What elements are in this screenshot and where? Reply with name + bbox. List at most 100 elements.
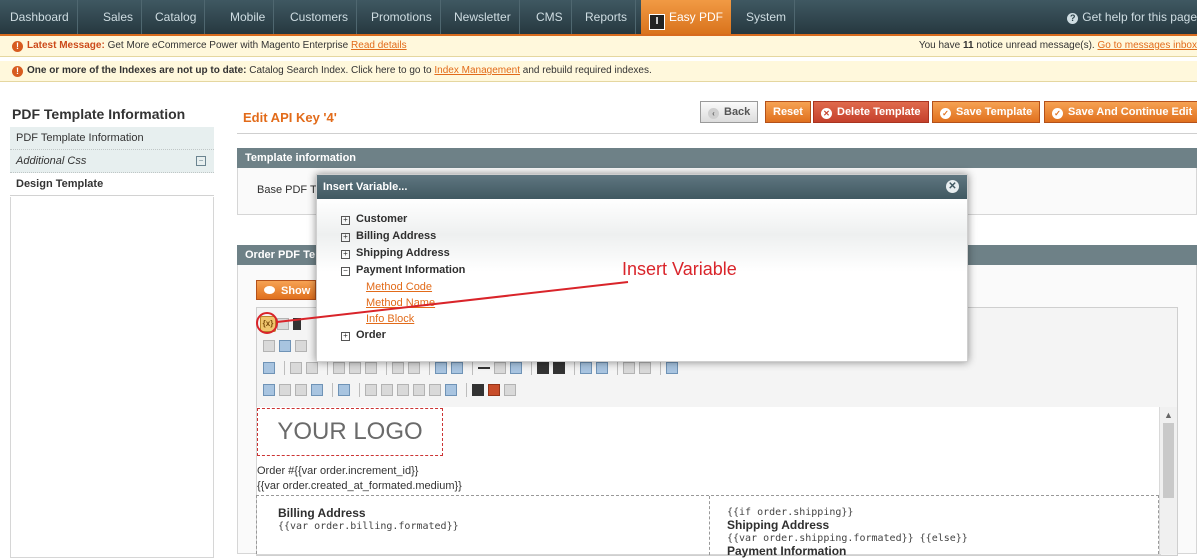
tree-leaf: Method Code	[341, 279, 465, 295]
show-hide-editor-button[interactable]: Show	[256, 280, 316, 300]
variable-method-code-link[interactable]: Method Code	[366, 281, 432, 293]
eraser-icon[interactable]	[494, 362, 506, 374]
tree-node-label: Shipping Address	[356, 247, 450, 259]
expand-icon[interactable]: +	[341, 233, 350, 242]
help-icon: ?	[1067, 13, 1078, 24]
nav-reports[interactable]: Reports	[577, 0, 636, 34]
row-after-icon[interactable]	[349, 362, 361, 374]
nav-sales[interactable]: Sales	[95, 0, 142, 34]
ins-icon[interactable]	[429, 384, 441, 396]
save-template-button[interactable]: ✓Save Template	[932, 101, 1040, 123]
edit-icon[interactable]	[263, 362, 275, 374]
toolbar-separator	[284, 361, 285, 375]
nav-easy-pdf[interactable]: IEasy PDF	[641, 0, 731, 34]
special-char-icon[interactable]	[580, 362, 592, 374]
tree-node-billing-address[interactable]: +Billing Address	[341, 228, 465, 245]
move-backward-icon[interactable]	[295, 384, 307, 396]
nav-dashboard[interactable]: Dashboard	[2, 0, 78, 34]
read-details-link[interactable]: Read details	[351, 40, 407, 51]
scroll-up-icon[interactable]: ▲	[1164, 410, 1173, 420]
tree-node-payment-information[interactable]: −Payment Information	[341, 262, 465, 279]
row-before-icon[interactable]	[333, 362, 345, 374]
move-forward-icon[interactable]	[279, 384, 291, 396]
insert-variable-button[interactable]: {x}	[260, 316, 276, 332]
nav-mobile[interactable]: Mobile	[222, 0, 274, 34]
sidebar-tab-additional-css-label: Additional Css	[16, 155, 86, 167]
paste-icon[interactable]	[295, 340, 307, 352]
delete-row-icon[interactable]	[365, 362, 377, 374]
attribs-icon[interactable]	[445, 384, 457, 396]
sidebar-panel	[10, 197, 214, 558]
horizontal-rule-icon[interactable]	[478, 367, 490, 369]
tree-node-customer[interactable]: +Customer	[341, 211, 465, 228]
order-number-line: Order #{{var order.increment_id}}	[257, 465, 418, 477]
sidebar-tab-design-template[interactable]: Design Template	[10, 173, 214, 196]
bold-icon[interactable]	[293, 318, 301, 330]
top-navigation: Dashboard Sales Catalog Mobile Customers…	[0, 0, 1197, 36]
merge-cells-icon[interactable]	[435, 362, 447, 374]
nav-catalog[interactable]: Catalog	[147, 0, 205, 34]
col-after-icon[interactable]	[408, 362, 420, 374]
sidebar-tab-pdf-template-information[interactable]: PDF Template Information	[10, 127, 214, 150]
dialog-header: Insert Variable... ✕	[317, 175, 967, 199]
copy-icon[interactable]	[279, 340, 291, 352]
template-icon[interactable]	[488, 384, 500, 396]
sidebar-title: PDF Template Information	[10, 101, 214, 127]
variable-tree: +Customer +Billing Address + Shipping Add…	[341, 211, 465, 344]
expand-icon[interactable]: +	[341, 332, 350, 341]
nav-system[interactable]: System	[738, 0, 795, 34]
table-row-icon[interactable]	[306, 362, 318, 374]
close-icon[interactable]: ✕	[946, 180, 959, 193]
expand-icon[interactable]: +	[341, 250, 350, 259]
subscript-icon[interactable]	[537, 362, 549, 374]
visual-aid-icon[interactable]	[510, 362, 522, 374]
media-icon[interactable]	[596, 362, 608, 374]
messages-inbox-link[interactable]: Go to messages inbox	[1098, 40, 1197, 51]
scrollbar-thumb[interactable]	[1163, 423, 1174, 498]
collapse-icon[interactable]: −	[196, 156, 206, 166]
nav-promotions[interactable]: Promotions	[363, 0, 441, 34]
cite-icon[interactable]	[365, 384, 377, 396]
cut-icon[interactable]	[263, 340, 275, 352]
table-icon[interactable]	[290, 362, 302, 374]
tree-node-order[interactable]: +Order	[341, 327, 465, 344]
layer-icon[interactable]	[263, 384, 275, 396]
show-blocks-icon[interactable]	[472, 384, 484, 396]
variable-method-name-link[interactable]: Method Name	[366, 297, 435, 309]
sidebar-tab-additional-css[interactable]: Additional Css −	[10, 150, 214, 173]
save-label: Save Template	[956, 106, 1032, 118]
collapse-icon[interactable]: −	[341, 267, 350, 276]
nav-cms[interactable]: CMS	[528, 0, 572, 34]
save-continue-icon: ✓	[1052, 108, 1063, 119]
nav-customers[interactable]: Customers	[282, 0, 357, 34]
delete-template-button[interactable]: ✕Delete Template	[813, 101, 929, 123]
fullscreen-icon[interactable]	[666, 362, 678, 374]
nav-newsletter[interactable]: Newsletter	[446, 0, 520, 34]
rtl-icon[interactable]	[639, 362, 651, 374]
widget-icon[interactable]	[277, 318, 289, 330]
variable-info-block-link[interactable]: Info Block	[366, 313, 414, 325]
dialog-body: +Customer +Billing Address + Shipping Add…	[317, 199, 967, 361]
superscript-icon[interactable]	[553, 362, 565, 374]
address-table: Billing Address {{var order.billing.form…	[256, 495, 1159, 554]
expand-icon[interactable]: +	[341, 216, 350, 225]
back-button[interactable]: ‹Back	[700, 101, 758, 123]
save-and-continue-button[interactable]: ✓Save And Continue Edit	[1044, 101, 1197, 123]
del-icon[interactable]	[413, 384, 425, 396]
help-link[interactable]: ? Get help for this page	[1067, 0, 1197, 34]
toolbar-separator	[332, 383, 333, 397]
editor-scrollbar[interactable]: ▲	[1159, 407, 1177, 554]
ltr-icon[interactable]	[623, 362, 635, 374]
reset-button[interactable]: Reset	[765, 101, 811, 123]
page-break-icon[interactable]	[504, 384, 516, 396]
absolute-icon[interactable]	[311, 384, 323, 396]
split-cells-icon[interactable]	[451, 362, 463, 374]
acronym-icon[interactable]	[397, 384, 409, 396]
col-before-icon[interactable]	[392, 362, 404, 374]
help-label: Get help for this page	[1082, 10, 1197, 24]
abbr-icon[interactable]	[381, 384, 393, 396]
tree-node-shipping-address[interactable]: + Shipping Address	[341, 245, 465, 262]
toolbar-row-2	[263, 338, 311, 356]
index-management-link[interactable]: Index Management	[434, 65, 520, 76]
style-props-icon[interactable]	[338, 384, 350, 396]
